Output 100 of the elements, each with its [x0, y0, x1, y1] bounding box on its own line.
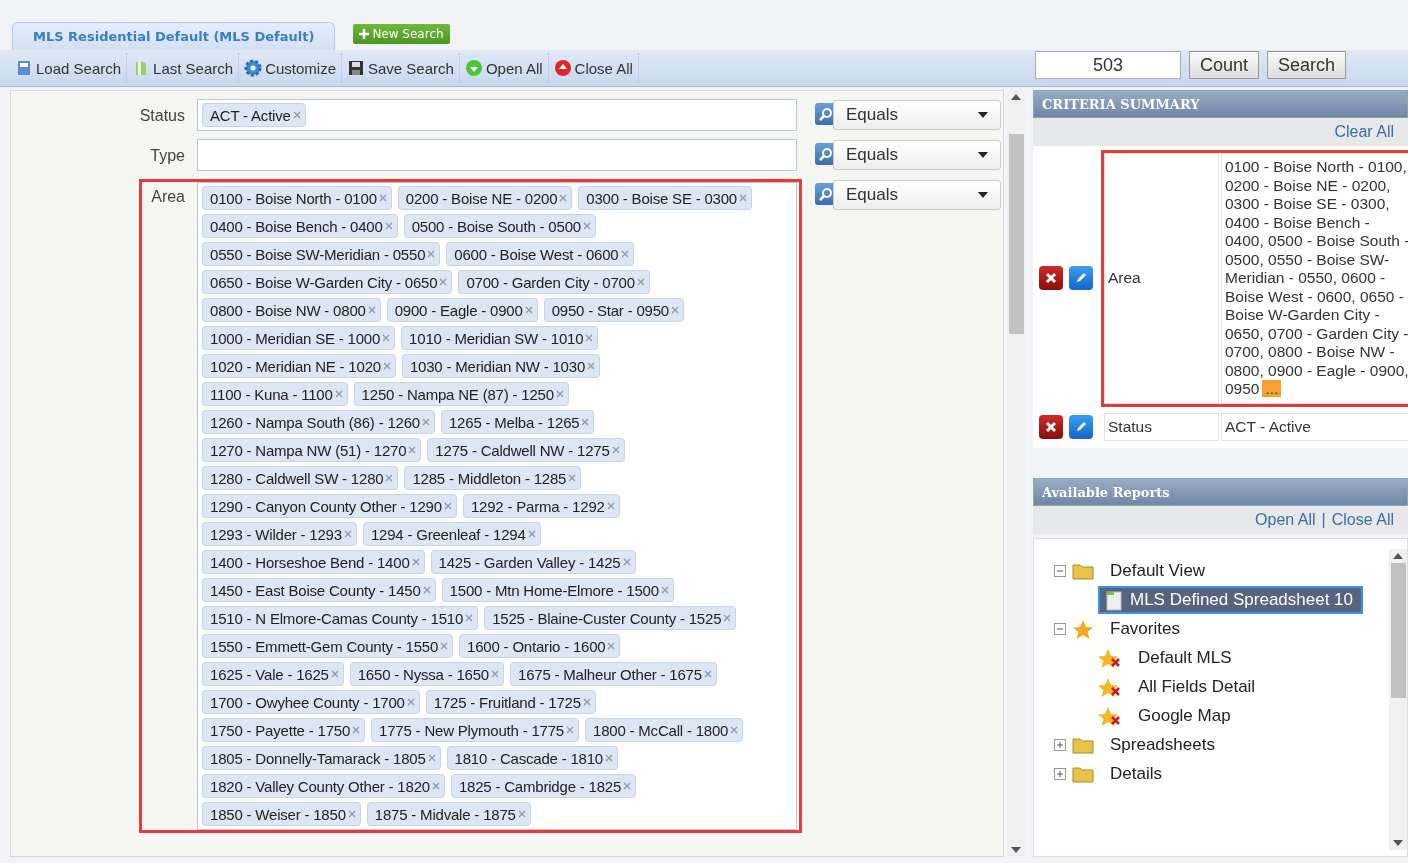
filter-tag: 1450 - East Boise County - 1450 [202, 578, 436, 602]
toolbar-button[interactable]: Open All [459, 53, 549, 83]
remove-icon[interactable] [585, 334, 594, 342]
remove-icon[interactable] [421, 418, 430, 426]
criteria-field[interactable]: ACT - Active [197, 99, 797, 131]
remove-icon[interactable] [384, 222, 393, 230]
remove-icon[interactable] [605, 754, 613, 762]
close-icon[interactable] [1039, 266, 1063, 291]
close-icon[interactable] [1039, 414, 1063, 439]
star-remove-icon[interactable] [1098, 676, 1122, 698]
scroll-down-icon[interactable] [1393, 840, 1403, 846]
tree-item[interactable]: Default View [1100, 557, 1216, 585]
filter-tag: 1400 - Horseshoe Bend - 1400 [202, 550, 425, 574]
star-remove-icon[interactable] [1098, 647, 1122, 669]
tree-item[interactable]: Favorites [1100, 615, 1190, 643]
action-button[interactable]: Count [1188, 51, 1259, 79]
toolbar-button[interactable]: Last Search [127, 53, 240, 83]
clear-all-link[interactable]: Clear All [1334, 123, 1394, 141]
remove-icon[interactable] [440, 642, 449, 650]
tree-item[interactable]: Google Map [1128, 702, 1241, 730]
remove-icon[interactable] [582, 222, 591, 230]
filter-tag: 0900 - Eagle - 0900 [386, 298, 538, 322]
close-all-link[interactable]: Close All [1331, 511, 1394, 529]
scroll-up-icon[interactable] [1011, 94, 1021, 100]
tree-item[interactable]: All Fields Detail [1128, 673, 1266, 701]
remove-icon[interactable] [607, 642, 616, 650]
toolbar-button[interactable]: Save Search [342, 53, 460, 83]
remove-icon[interactable] [382, 362, 391, 370]
remove-icon[interactable] [330, 670, 339, 678]
remove-icon[interactable] [439, 278, 448, 286]
filter-tag: 1800 - McCall - 1800 [585, 718, 744, 742]
remove-icon[interactable] [334, 390, 343, 398]
count-field[interactable]: 503 [1034, 51, 1181, 79]
open-all-link[interactable]: Open All [1255, 511, 1316, 529]
pencil-icon[interactable] [1069, 414, 1093, 439]
remove-icon[interactable] [491, 670, 499, 678]
toolbar-button[interactable]: Load Search [10, 53, 128, 83]
remove-icon[interactable] [431, 782, 440, 790]
remove-icon[interactable] [611, 446, 620, 454]
remove-icon[interactable] [636, 278, 645, 286]
remove-icon[interactable] [422, 586, 431, 594]
remove-icon[interactable] [660, 586, 669, 594]
collapse-icon[interactable] [1054, 623, 1066, 635]
remove-icon[interactable] [622, 558, 631, 566]
remove-icon[interactable] [527, 530, 536, 538]
remove-icon[interactable] [347, 810, 356, 818]
tree-item[interactable]: Default MLS [1128, 644, 1242, 672]
tree-item[interactable]: Details [1100, 760, 1172, 788]
remove-icon[interactable] [411, 558, 420, 566]
remove-icon[interactable] [587, 362, 596, 370]
scroll-down-icon[interactable] [1011, 847, 1021, 853]
remove-icon[interactable] [670, 306, 679, 314]
operator-dropdown[interactable]: Equals [833, 100, 1001, 130]
remove-icon[interactable] [408, 446, 417, 454]
action-button[interactable]: Search [1266, 51, 1346, 79]
expand-icon[interactable] [1054, 768, 1066, 780]
remove-icon[interactable] [443, 502, 452, 510]
remove-icon[interactable] [378, 194, 387, 202]
collapse-icon[interactable] [1054, 565, 1066, 577]
remove-icon[interactable] [343, 530, 352, 538]
remove-icon[interactable] [517, 810, 526, 818]
remove-icon[interactable] [566, 726, 574, 734]
remove-icon[interactable] [582, 698, 591, 706]
criteria-field[interactable] [197, 139, 797, 171]
remove-icon[interactable] [555, 390, 564, 398]
expand-icon[interactable] [1054, 739, 1066, 751]
remove-icon[interactable] [606, 502, 615, 510]
remove-icon[interactable] [730, 726, 739, 734]
filter-tag: 1805 - Donnelly-Tamarack - 1805 [202, 746, 441, 770]
remove-icon[interactable] [559, 194, 568, 202]
remove-icon[interactable] [427, 754, 436, 762]
operator-dropdown[interactable]: Equals [833, 140, 1001, 170]
toolbar-button[interactable]: Customize [239, 53, 342, 83]
remove-icon[interactable] [620, 250, 629, 258]
remove-icon[interactable] [524, 306, 533, 314]
operator-dropdown[interactable]: Equals [833, 180, 1001, 210]
pencil-icon[interactable] [1069, 266, 1093, 291]
remove-icon[interactable] [465, 614, 474, 622]
remove-icon[interactable] [723, 614, 732, 622]
remove-icon[interactable] [385, 474, 394, 482]
scrollbar-thumb[interactable] [1390, 563, 1406, 698]
remove-icon[interactable] [406, 698, 415, 706]
remove-icon[interactable] [427, 250, 436, 258]
toolbar-button[interactable]: Close All [548, 53, 639, 83]
remove-icon[interactable] [703, 670, 712, 678]
gear-icon [244, 59, 263, 77]
tree-item[interactable]: Spreadsheets [1100, 731, 1225, 759]
remove-icon[interactable] [382, 334, 391, 342]
scrollbar-thumb[interactable] [1008, 133, 1024, 334]
star-remove-icon[interactable] [1098, 705, 1122, 727]
more-link[interactable]: ... [1262, 380, 1282, 397]
remove-icon[interactable] [352, 726, 361, 734]
remove-icon[interactable] [292, 111, 301, 119]
remove-icon[interactable] [739, 194, 747, 202]
remove-icon[interactable] [623, 782, 632, 790]
remove-icon[interactable] [367, 306, 376, 314]
remove-icon[interactable] [581, 418, 590, 426]
scroll-up-icon[interactable] [1393, 553, 1403, 559]
tree-item[interactable]: MLS Defined Spreadsheet 10 [1098, 586, 1364, 614]
remove-icon[interactable] [568, 474, 577, 482]
